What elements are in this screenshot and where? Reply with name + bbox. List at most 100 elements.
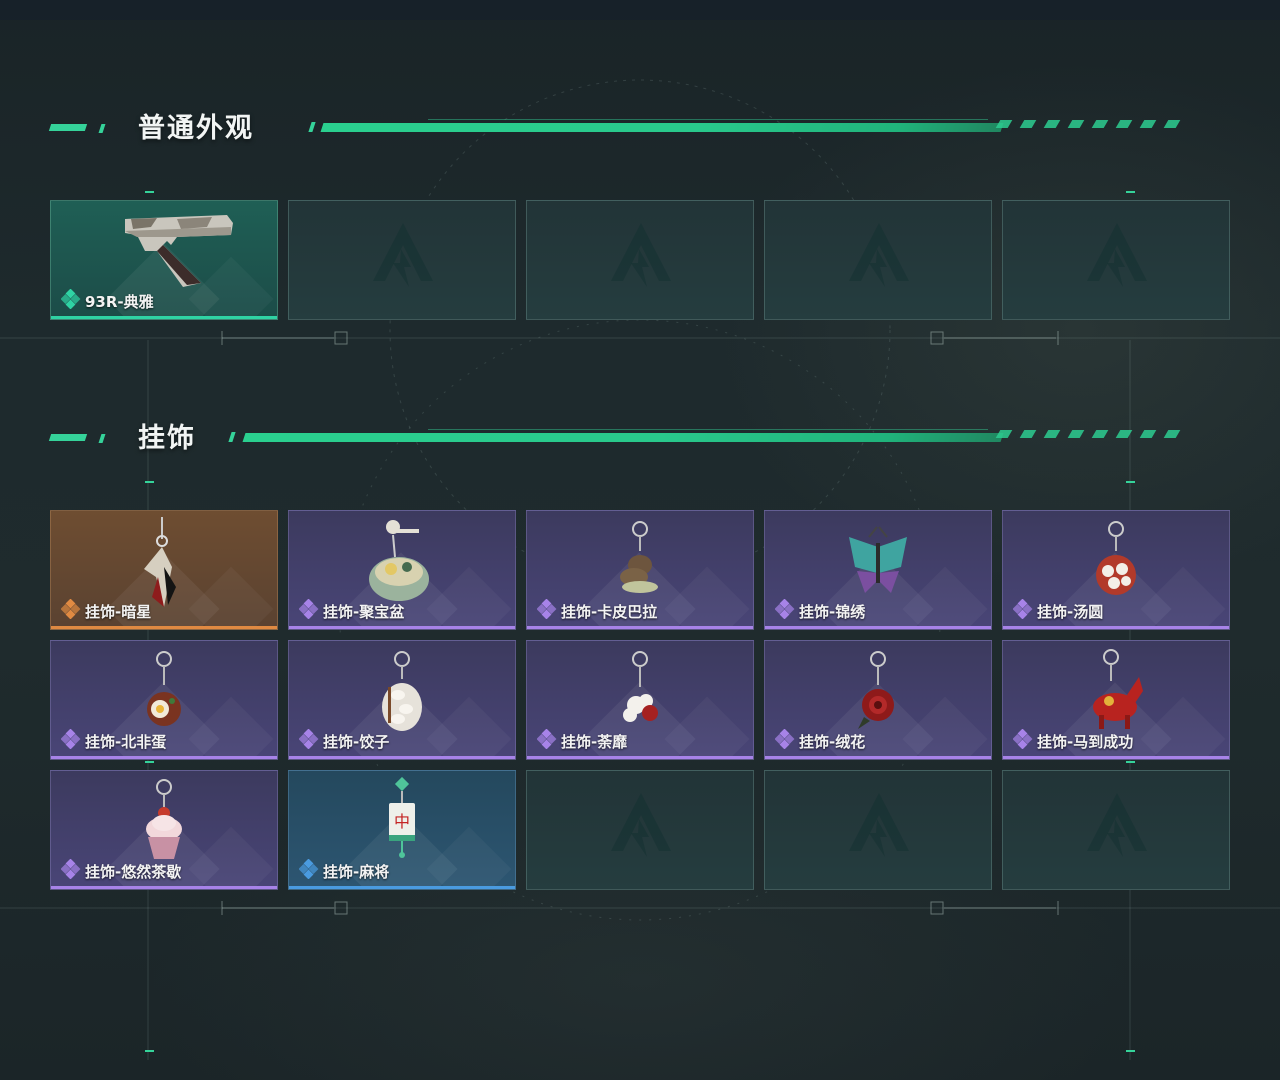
rarity-icon	[775, 599, 795, 623]
card-bg-pattern	[664, 566, 750, 629]
svg-text:中: 中	[394, 812, 410, 831]
header-accent	[308, 122, 316, 132]
item-name: 挂饰-马到成功	[1037, 732, 1134, 751]
header-accent	[48, 124, 88, 131]
empty-slot-logo-icon	[611, 223, 671, 287]
item-name: 挂饰-聚宝盆	[323, 602, 405, 621]
header-accent	[228, 432, 236, 442]
empty-slot-logo-icon	[1087, 223, 1147, 287]
rarity-icon	[537, 599, 557, 623]
empty-slot-logo-icon	[849, 223, 909, 287]
empty-slot	[288, 200, 516, 320]
item-label: 挂饰-马到成功	[1013, 729, 1133, 753]
rarity-icon	[299, 729, 319, 753]
rarity-icon	[1013, 729, 1033, 753]
item-label: 挂饰-饺子	[299, 729, 389, 753]
rarity-bar	[1003, 756, 1229, 759]
rarity-bar	[51, 316, 277, 319]
item-card[interactable]: 挂饰-聚宝盆	[288, 510, 516, 630]
item-label: 挂饰-聚宝盆	[299, 599, 404, 623]
card-bg-pattern	[902, 696, 988, 759]
item-card[interactable]: 挂饰-暗星	[50, 510, 278, 630]
charms-section-title: 挂饰	[138, 423, 196, 454]
item-label: 挂饰-卡皮巴拉	[537, 599, 657, 623]
header-bar	[242, 433, 1004, 442]
card-bg-pattern	[902, 566, 988, 629]
empty-slot	[526, 770, 754, 890]
rarity-bar	[765, 626, 991, 629]
rarity-bar	[527, 756, 753, 759]
empty-slot	[1002, 770, 1230, 890]
rarity-bar	[289, 886, 515, 889]
item-card[interactable]: 93R-典雅	[50, 200, 278, 320]
item-label: 挂饰-暗星	[61, 599, 151, 623]
card-bg-pattern	[188, 696, 274, 759]
item-label: 挂饰-荼靡	[537, 729, 627, 753]
card-bg-pattern	[426, 566, 512, 629]
header-thin-line	[428, 119, 988, 120]
item-card[interactable]: 挂饰-北非蛋	[50, 640, 278, 760]
rarity-icon	[537, 729, 557, 753]
item-name: 挂饰-荼靡	[561, 732, 628, 751]
rarity-icon	[61, 289, 81, 313]
header-accent	[48, 434, 88, 441]
item-card[interactable]: 挂饰-饺子	[288, 640, 516, 760]
item-card[interactable]: 挂饰-卡皮巴拉	[526, 510, 754, 630]
item-name: 挂饰-饺子	[323, 732, 390, 751]
charms-grid: 挂饰-暗星 挂饰-聚宝盆 挂饰-卡皮巴拉 挂饰-锦绣 挂饰-汤圆 挂饰-北非蛋 挂饰-饺子挂…	[50, 510, 1230, 890]
card-bg-pattern	[426, 826, 512, 889]
rarity-bar	[289, 756, 515, 759]
skins-grid: 93R-典雅	[50, 200, 1230, 320]
skins-section-title: 普通外观	[138, 113, 254, 144]
empty-slot-logo-icon	[611, 793, 671, 857]
empty-slot-logo-icon	[373, 223, 433, 287]
empty-slot	[764, 770, 992, 890]
rarity-icon	[61, 599, 81, 623]
pistol-icon	[117, 205, 247, 293]
empty-slot-logo-icon	[1087, 793, 1147, 857]
header-accent	[98, 434, 106, 443]
empty-slot-logo-icon	[849, 793, 909, 857]
rarity-bar	[765, 756, 991, 759]
item-label: 挂饰-北非蛋	[61, 729, 166, 753]
empty-slot	[764, 200, 992, 320]
item-label: 挂饰-麻将	[299, 859, 389, 883]
rarity-bar	[1003, 626, 1229, 629]
card-bg-pattern	[1140, 696, 1226, 759]
skins-section-header: 普通外观	[48, 110, 1208, 150]
item-card[interactable]: 挂饰-马到成功	[1002, 640, 1230, 760]
item-name: 挂饰-锦绣	[799, 602, 866, 621]
item-card[interactable]: 挂饰-悠然茶歇	[50, 770, 278, 890]
rarity-icon	[775, 729, 795, 753]
item-name: 挂饰-北非蛋	[85, 732, 167, 751]
item-name: 93R-典雅	[85, 292, 154, 311]
item-name: 挂饰-暗星	[85, 602, 152, 621]
rarity-bar	[527, 626, 753, 629]
item-label: 93R-典雅	[61, 289, 154, 313]
item-card[interactable]: 挂饰-锦绣	[764, 510, 992, 630]
top-strip	[0, 0, 1280, 20]
rarity-icon	[61, 859, 81, 883]
header-thin-line	[428, 429, 988, 430]
header-bar	[320, 123, 1004, 132]
charms-section-header: 挂饰	[48, 420, 1208, 460]
card-bg-pattern	[1140, 566, 1226, 629]
item-label: 挂饰-汤圆	[1013, 599, 1103, 623]
item-card[interactable]: 挂饰-汤圆	[1002, 510, 1230, 630]
card-bg-pattern	[664, 696, 750, 759]
rarity-icon	[61, 729, 81, 753]
header-checker-pattern	[995, 120, 1190, 128]
empty-slot	[526, 200, 754, 320]
item-name: 挂饰-卡皮巴拉	[561, 602, 658, 621]
item-name: 挂饰-悠然茶歇	[85, 862, 182, 881]
rarity-icon	[1013, 599, 1033, 623]
item-card[interactable]: 中挂饰-麻将	[288, 770, 516, 890]
rarity-bar	[51, 756, 277, 759]
rarity-icon	[299, 859, 319, 883]
item-label: 挂饰-绒花	[775, 729, 865, 753]
card-bg-pattern	[188, 826, 274, 889]
item-card[interactable]: 挂饰-绒花	[764, 640, 992, 760]
empty-slot	[1002, 200, 1230, 320]
item-card[interactable]: 挂饰-荼靡	[526, 640, 754, 760]
rarity-bar	[51, 626, 277, 629]
